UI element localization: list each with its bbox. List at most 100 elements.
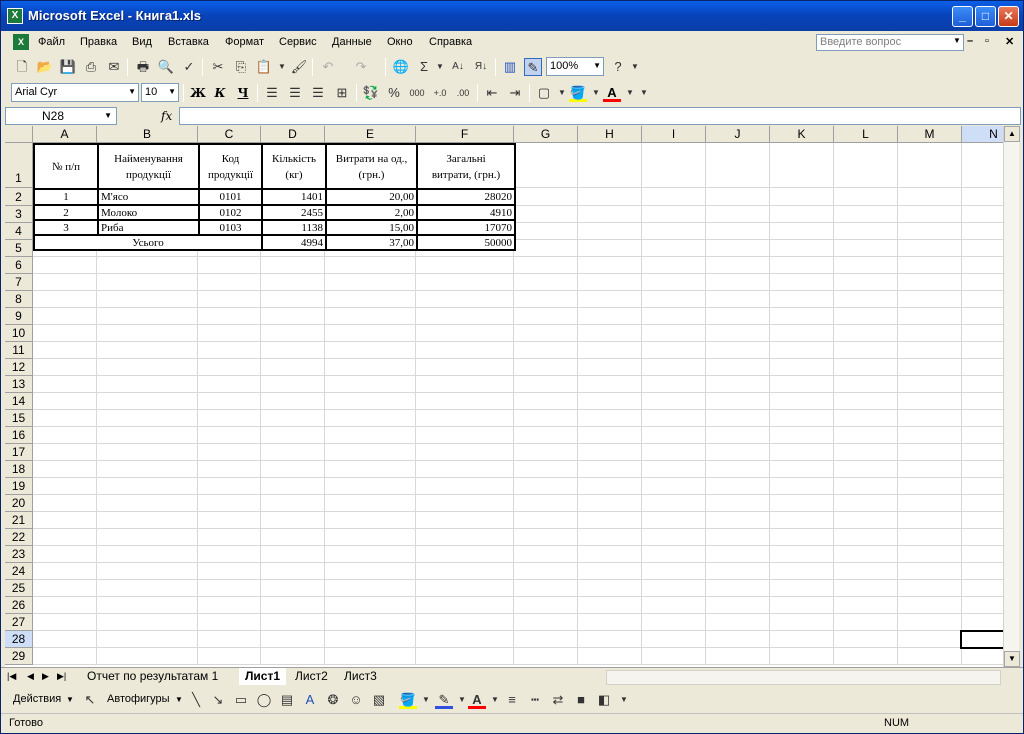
table-cell[interactable]: 0101 bbox=[198, 188, 263, 206]
cell[interactable] bbox=[706, 444, 770, 461]
cell[interactable] bbox=[514, 546, 578, 563]
cell[interactable] bbox=[834, 223, 898, 240]
cell[interactable] bbox=[706, 359, 770, 376]
cell[interactable] bbox=[261, 410, 325, 427]
cell[interactable] bbox=[898, 648, 962, 665]
cell[interactable] bbox=[834, 631, 898, 648]
cell[interactable] bbox=[97, 580, 198, 597]
cell[interactable] bbox=[97, 461, 198, 478]
cell[interactable] bbox=[198, 580, 261, 597]
maximize-button[interactable]: □ bbox=[975, 6, 996, 27]
cell[interactable] bbox=[325, 342, 416, 359]
row-header-22[interactable]: 22 bbox=[5, 529, 33, 546]
cell[interactable] bbox=[706, 325, 770, 342]
cell[interactable] bbox=[416, 376, 514, 393]
cell[interactable] bbox=[834, 546, 898, 563]
row-header-29[interactable]: 29 bbox=[5, 648, 33, 665]
cell[interactable] bbox=[261, 461, 325, 478]
cell[interactable] bbox=[325, 512, 416, 529]
cell[interactable] bbox=[198, 648, 261, 665]
cell[interactable] bbox=[198, 359, 261, 376]
cell[interactable] bbox=[834, 342, 898, 359]
table-header-cell[interactable]: Найменування продукції bbox=[97, 143, 200, 190]
cell[interactable] bbox=[834, 206, 898, 223]
cell[interactable] bbox=[578, 529, 642, 546]
cell[interactable] bbox=[834, 188, 898, 206]
horizontal-scrollbar[interactable] bbox=[606, 670, 1001, 685]
cell[interactable] bbox=[898, 188, 962, 206]
doc-close-icon[interactable]: ✕ bbox=[1005, 35, 1014, 48]
select-all-corner[interactable] bbox=[5, 126, 33, 143]
cell[interactable] bbox=[834, 478, 898, 495]
cell[interactable] bbox=[416, 291, 514, 308]
cell[interactable] bbox=[578, 188, 642, 206]
clipart-icon[interactable]: ☺ bbox=[347, 691, 365, 709]
table-cell[interactable]: 2 bbox=[33, 204, 99, 221]
sheet-tab-list3[interactable]: Лист3 bbox=[338, 668, 383, 685]
cell[interactable] bbox=[33, 410, 97, 427]
cell[interactable] bbox=[261, 648, 325, 665]
cell[interactable] bbox=[642, 240, 706, 257]
copy-icon[interactable]: ⎘ bbox=[232, 58, 250, 76]
table-cell[interactable]: 4910 bbox=[416, 204, 516, 221]
cell[interactable] bbox=[198, 342, 261, 359]
cell[interactable] bbox=[834, 461, 898, 478]
minimize-button[interactable]: _ bbox=[952, 6, 973, 27]
cell[interactable] bbox=[97, 291, 198, 308]
cell[interactable] bbox=[834, 614, 898, 631]
cell[interactable] bbox=[416, 631, 514, 648]
decrease-decimal-icon[interactable]: .00 bbox=[454, 84, 472, 102]
cell[interactable] bbox=[642, 274, 706, 291]
cell[interactable] bbox=[578, 274, 642, 291]
cell[interactable] bbox=[898, 529, 962, 546]
cell[interactable] bbox=[898, 206, 962, 223]
row-header-8[interactable]: 8 bbox=[5, 291, 33, 308]
table-cell[interactable]: 0102 bbox=[198, 204, 263, 221]
cell[interactable] bbox=[325, 495, 416, 512]
cell[interactable] bbox=[770, 410, 834, 427]
table-cell[interactable]: 3 bbox=[33, 219, 99, 236]
table-cell[interactable]: 1401 bbox=[261, 188, 327, 206]
cell[interactable] bbox=[325, 393, 416, 410]
line-color-icon[interactable]: ✎ bbox=[435, 691, 453, 709]
cell[interactable] bbox=[33, 580, 97, 597]
draw-font-color-icon[interactable]: A bbox=[468, 691, 486, 709]
cell[interactable] bbox=[578, 308, 642, 325]
cell[interactable] bbox=[834, 291, 898, 308]
cell[interactable] bbox=[834, 648, 898, 665]
cell[interactable] bbox=[706, 393, 770, 410]
sort-ascending-icon[interactable]: A↓ bbox=[449, 58, 467, 76]
cell[interactable] bbox=[33, 444, 97, 461]
cell[interactable] bbox=[578, 223, 642, 240]
row-header-23[interactable]: 23 bbox=[5, 546, 33, 563]
cell[interactable] bbox=[261, 512, 325, 529]
cell[interactable] bbox=[325, 529, 416, 546]
row-header-11[interactable]: 11 bbox=[5, 342, 33, 359]
cell[interactable] bbox=[198, 495, 261, 512]
sheet-tab-report[interactable]: Отчет по результатам 1 bbox=[81, 668, 224, 685]
increase-indent-icon[interactable]: ⇥ bbox=[506, 84, 524, 102]
total-cell[interactable]: 4994 bbox=[261, 234, 327, 251]
cell[interactable] bbox=[898, 359, 962, 376]
cell[interactable] bbox=[97, 308, 198, 325]
menu-window[interactable]: Окно bbox=[387, 36, 413, 48]
cell[interactable] bbox=[578, 206, 642, 223]
cell[interactable] bbox=[706, 597, 770, 614]
cell[interactable] bbox=[898, 461, 962, 478]
cell[interactable] bbox=[416, 274, 514, 291]
cell[interactable] bbox=[770, 597, 834, 614]
row-header-4[interactable]: 4 bbox=[5, 223, 33, 240]
arrow-style-icon[interactable]: ⇄ bbox=[549, 691, 567, 709]
cell[interactable] bbox=[770, 188, 834, 206]
cell[interactable] bbox=[261, 478, 325, 495]
cell[interactable] bbox=[706, 240, 770, 257]
cell[interactable] bbox=[706, 580, 770, 597]
picture-icon[interactable]: ▧ bbox=[370, 691, 388, 709]
cell[interactable] bbox=[706, 427, 770, 444]
cell[interactable] bbox=[514, 529, 578, 546]
cell[interactable] bbox=[416, 308, 514, 325]
cell[interactable] bbox=[416, 461, 514, 478]
cell[interactable] bbox=[198, 325, 261, 342]
row-header-1[interactable]: 1 bbox=[5, 143, 33, 188]
cell[interactable] bbox=[325, 580, 416, 597]
